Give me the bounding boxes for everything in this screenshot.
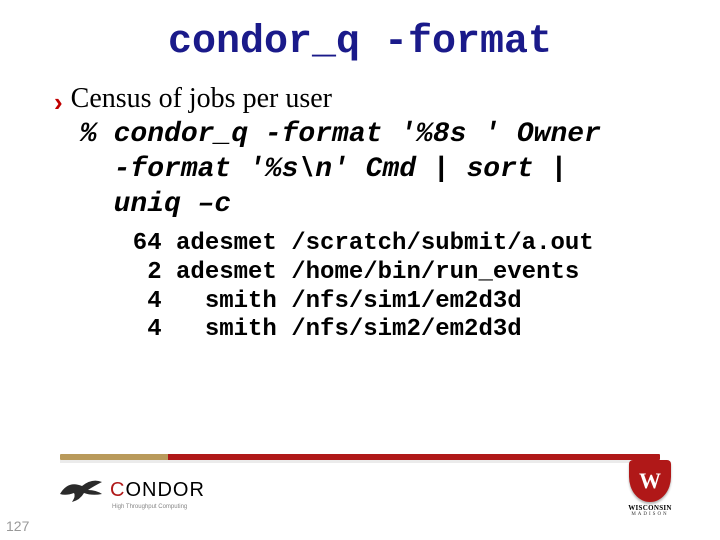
bullet-row: › Census of jobs per user bbox=[54, 83, 680, 115]
condor-cap: C bbox=[110, 479, 125, 501]
crest-letter: W bbox=[639, 468, 661, 494]
page-number: 127 bbox=[6, 518, 29, 534]
eagle-icon bbox=[58, 476, 104, 504]
chevron-icon: › bbox=[54, 89, 63, 115]
divider-bar bbox=[60, 454, 660, 460]
slide: condor_q -format › Census of jobs per us… bbox=[0, 0, 720, 540]
command-block: % condor_q -format '%8s ' Owner -format … bbox=[80, 117, 680, 222]
crest-icon: W bbox=[629, 460, 671, 502]
slide-body: › Census of jobs per user % condor_q -fo… bbox=[0, 65, 720, 345]
condor-logo: CONDOR bbox=[58, 476, 205, 504]
wisc-line1: WISCONSIN bbox=[622, 504, 678, 512]
condor-subtitle: High Throughput Computing bbox=[112, 504, 187, 510]
output-block: 64 adesmet /scratch/submit/a.out 2 adesm… bbox=[104, 230, 680, 345]
wisconsin-logo: W WISCONSIN MADISON bbox=[622, 460, 678, 520]
bullet-text: Census of jobs per user bbox=[71, 83, 332, 115]
wisc-line2: MADISON bbox=[622, 512, 678, 517]
slide-title: condor_q -format bbox=[0, 0, 720, 65]
condor-rest: ONDOR bbox=[125, 479, 204, 501]
condor-wordmark: CONDOR bbox=[110, 479, 205, 502]
